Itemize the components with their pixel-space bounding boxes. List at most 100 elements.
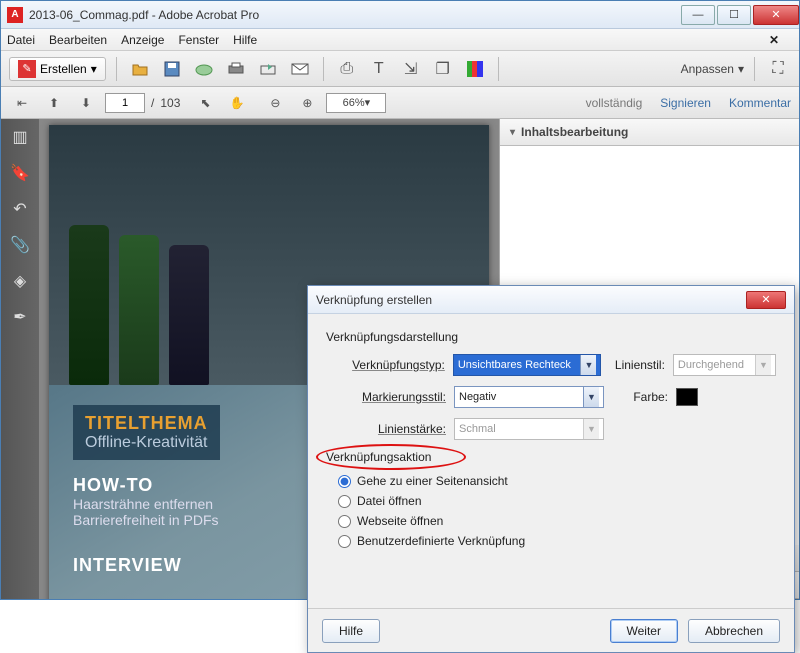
radio-label: Webseite öffnen bbox=[357, 514, 443, 528]
minimize-button[interactable]: — bbox=[681, 5, 715, 25]
highlight-ellipse bbox=[316, 444, 466, 470]
radio-label: Benutzerdefinierte Verknüpfung bbox=[357, 534, 525, 548]
create-button[interactable]: ✎ Erstellen ▾ bbox=[9, 57, 106, 81]
zoom-value: 66% bbox=[343, 97, 365, 109]
help-button[interactable]: Hilfe bbox=[322, 619, 380, 643]
app-icon: A bbox=[7, 7, 23, 23]
close-button[interactable]: ✕ bbox=[753, 5, 799, 25]
dialog-close-button[interactable]: ✕ bbox=[746, 291, 786, 309]
export-icon[interactable]: ⇲ bbox=[398, 56, 424, 82]
chevron-down-icon: ▼ bbox=[583, 419, 599, 439]
create-label: Erstellen bbox=[40, 62, 87, 76]
chevron-down-icon: ▼ bbox=[755, 355, 771, 375]
doc-interview-heading: INTERVIEW bbox=[73, 555, 182, 576]
line-style-value: Durchgehend bbox=[678, 359, 744, 371]
color-icon[interactable] bbox=[462, 56, 488, 82]
highlight-value: Negativ bbox=[459, 391, 496, 403]
scan-icon[interactable]: ⎙ bbox=[334, 56, 360, 82]
first-page-icon[interactable]: ⇤ bbox=[9, 90, 35, 116]
layers-icon[interactable]: ◈ bbox=[10, 271, 30, 291]
radio-open-file[interactable]: Datei öffnen bbox=[338, 494, 776, 508]
doc-howto-line2: Barrierefreiheit in PDFs bbox=[73, 512, 219, 528]
bookmarks-icon[interactable]: 🔖 bbox=[10, 163, 30, 183]
cloud-icon[interactable] bbox=[191, 56, 217, 82]
radio-label: Gehe zu einer Seitenansicht bbox=[357, 474, 508, 488]
prev-page-icon[interactable]: ⬆ bbox=[41, 90, 67, 116]
appearance-group-label: Verknüpfungsdarstellung bbox=[326, 330, 776, 344]
radio-label: Datei öffnen bbox=[357, 494, 422, 508]
panel-content-editing[interactable]: Inhaltsbearbeitung bbox=[500, 119, 799, 146]
sign-link[interactable]: Signieren bbox=[660, 96, 711, 110]
doc-title-sub: Offline-Kreativität bbox=[85, 434, 208, 452]
save-icon[interactable] bbox=[159, 56, 185, 82]
link-type-label: Verknüpfungstyp: bbox=[326, 358, 445, 372]
radio-open-web[interactable]: Webseite öffnen bbox=[338, 514, 776, 528]
menu-view[interactable]: Anzeige bbox=[121, 33, 164, 47]
chevron-down-icon: ▾ bbox=[91, 62, 97, 76]
open-icon[interactable] bbox=[127, 56, 153, 82]
select-tool-icon[interactable]: ⬉ bbox=[192, 90, 218, 116]
doc-howto-line1: Haarsträhne entfernen bbox=[73, 496, 219, 512]
page-sep: / bbox=[151, 96, 154, 110]
doc-title-heading: TITELTHEMA bbox=[85, 413, 208, 434]
next-button[interactable]: Weiter bbox=[610, 619, 678, 643]
radio-goto-page[interactable]: Gehe zu einer Seitenansicht bbox=[338, 474, 776, 488]
attachments-icon[interactable]: 📎 bbox=[10, 235, 30, 255]
highlight-select[interactable]: Negativ ▼ bbox=[454, 386, 604, 408]
left-rail: ▥ 🔖 ↶ 📎 ◈ ✒ bbox=[1, 119, 39, 599]
nav-toolbar: ⇤ ⬆ ⬇ / 103 ⬉ ✋ ⊖ ⊕ 66% ▾ vollständig Si… bbox=[1, 87, 799, 119]
view-full-link[interactable]: vollständig bbox=[586, 96, 643, 110]
share-icon[interactable] bbox=[255, 56, 281, 82]
fullscreen-icon[interactable]: ⛶ bbox=[765, 56, 791, 82]
color-label: Farbe: bbox=[612, 390, 668, 404]
menu-help[interactable]: Hilfe bbox=[233, 33, 257, 47]
thickness-label: Linienstärke: bbox=[326, 422, 446, 436]
page-input[interactable] bbox=[105, 93, 145, 113]
line-style-select: Durchgehend ▼ bbox=[673, 354, 776, 376]
undo-icon[interactable]: ↶ bbox=[10, 199, 30, 219]
doc-close-icon[interactable]: ✕ bbox=[769, 33, 779, 47]
highlight-label: Markierungsstil: bbox=[326, 390, 446, 404]
link-type-select[interactable]: Unsichtbares Rechteck ▼ bbox=[453, 354, 602, 376]
thumbnails-icon[interactable]: ▥ bbox=[10, 127, 30, 147]
dialog-titlebar[interactable]: Verknüpfung erstellen ✕ bbox=[308, 286, 794, 314]
signatures-icon[interactable]: ✒ bbox=[10, 307, 30, 327]
cancel-button[interactable]: Abbrechen bbox=[688, 619, 780, 643]
button-label: Hilfe bbox=[339, 624, 363, 638]
button-label: Abbrechen bbox=[705, 624, 763, 638]
customize-label: Anpassen bbox=[681, 62, 734, 76]
menu-edit[interactable]: Bearbeiten bbox=[49, 33, 107, 47]
maximize-button[interactable]: ☐ bbox=[717, 5, 751, 25]
color-swatch[interactable] bbox=[676, 388, 698, 406]
print-icon[interactable] bbox=[223, 56, 249, 82]
menu-window[interactable]: Fenster bbox=[178, 33, 219, 47]
comment-link[interactable]: Kommentar bbox=[729, 96, 791, 110]
customize-button[interactable]: Anpassen ▾ bbox=[681, 62, 744, 76]
zoom-out-icon[interactable]: ⊖ bbox=[262, 90, 288, 116]
doc-howto-heading: HOW-TO bbox=[73, 475, 219, 496]
zoom-select[interactable]: 66% ▾ bbox=[326, 93, 386, 113]
chevron-down-icon: ▼ bbox=[583, 387, 599, 407]
chevron-down-icon: ▾ bbox=[738, 62, 744, 76]
chevron-down-icon: ▼ bbox=[580, 355, 596, 375]
pdf-icon: ✎ bbox=[18, 60, 36, 78]
thickness-value: Schmal bbox=[459, 423, 496, 435]
edit-text-icon[interactable]: T bbox=[366, 56, 392, 82]
combine-icon[interactable]: ❐ bbox=[430, 56, 456, 82]
button-label: Weiter bbox=[627, 624, 661, 638]
zoom-in-icon[interactable]: ⊕ bbox=[294, 90, 320, 116]
main-toolbar: ✎ Erstellen ▾ ⎙ T ⇲ ❐ Anpassen ▾ ⛶ bbox=[1, 51, 799, 87]
link-type-value: Unsichtbares Rechteck bbox=[458, 359, 571, 371]
next-page-icon[interactable]: ⬇ bbox=[73, 90, 99, 116]
window-title: 2013-06_Commag.pdf - Adobe Acrobat Pro bbox=[29, 8, 679, 22]
menu-file[interactable]: Datei bbox=[7, 33, 35, 47]
radio-custom-link[interactable]: Benutzerdefinierte Verknüpfung bbox=[338, 534, 776, 548]
menubar: Datei Bearbeiten Anzeige Fenster Hilfe ✕ bbox=[1, 29, 799, 51]
hand-tool-icon[interactable]: ✋ bbox=[224, 90, 250, 116]
dialog-title: Verknüpfung erstellen bbox=[316, 293, 432, 307]
titlebar: A 2013-06_Commag.pdf - Adobe Acrobat Pro… bbox=[1, 1, 799, 29]
panel-label: Inhaltsbearbeitung bbox=[521, 125, 628, 139]
mail-icon[interactable] bbox=[287, 56, 313, 82]
page-total: 103 bbox=[160, 96, 180, 110]
line-style-label: Linienstil: bbox=[609, 358, 664, 372]
